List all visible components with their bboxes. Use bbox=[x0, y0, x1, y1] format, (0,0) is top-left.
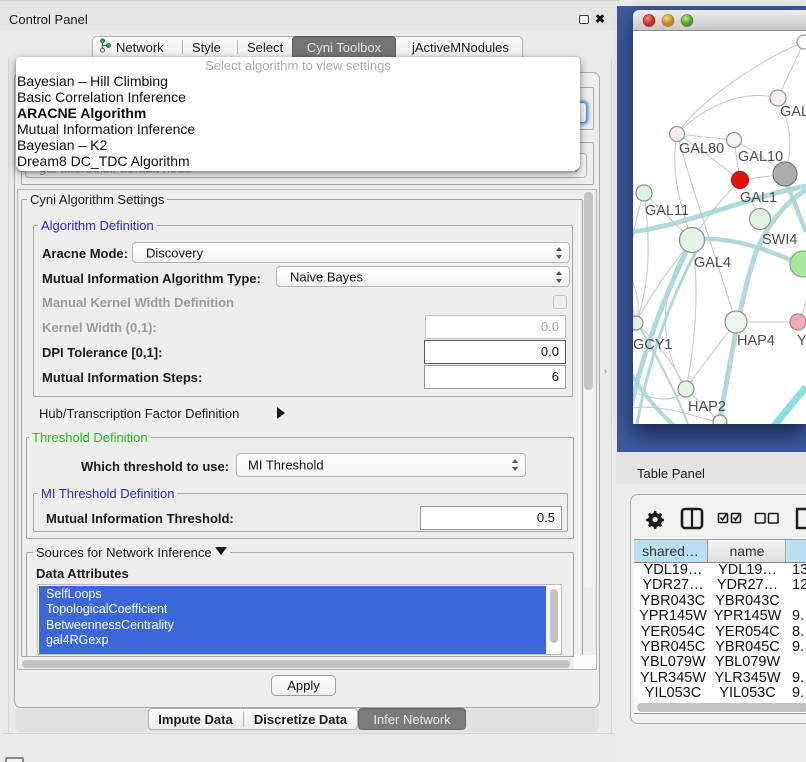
svg-text:GAL11: GAL11 bbox=[645, 203, 689, 219]
svg-text:GAL4: GAL4 bbox=[694, 255, 731, 271]
svg-text:HAP2: HAP2 bbox=[688, 399, 726, 415]
svg-text:GAL10: GAL10 bbox=[738, 149, 783, 165]
svg-text:GAL7: GAL7 bbox=[780, 104, 806, 120]
svg-text:SWI4: SWI4 bbox=[762, 232, 797, 248]
svg-text:GAL1: GAL1 bbox=[740, 190, 777, 206]
svg-text:Y: Y bbox=[797, 333, 806, 349]
svg-text:GCY1: GCY1 bbox=[633, 337, 673, 353]
svg-text:HAP4: HAP4 bbox=[737, 333, 775, 349]
svg-text:GAL80: GAL80 bbox=[679, 141, 724, 157]
